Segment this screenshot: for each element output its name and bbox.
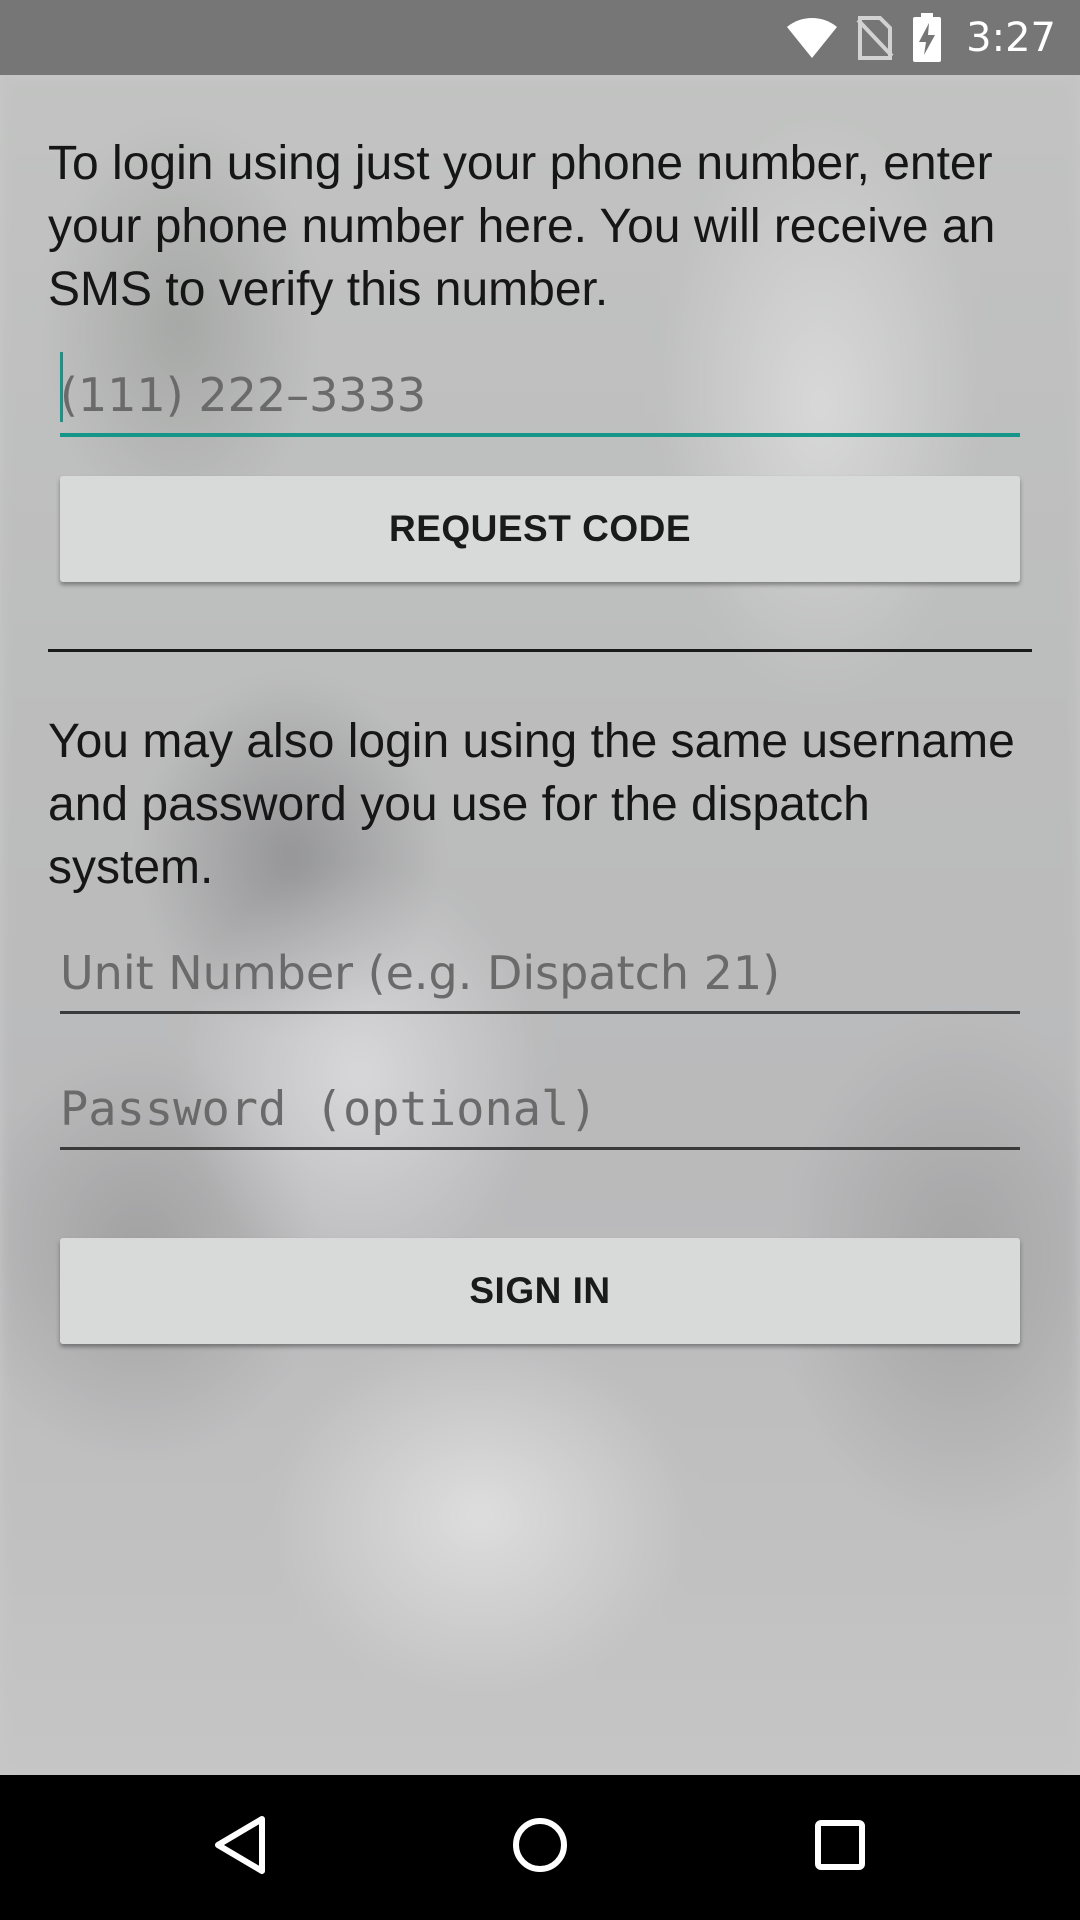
sign-in-button[interactable]: SIGN IN: [60, 1238, 1020, 1344]
text-cursor: [60, 352, 63, 422]
login-content: To login using just your phone number, e…: [0, 75, 1080, 1775]
back-button[interactable]: [160, 1775, 320, 1920]
status-time: 3:27: [966, 14, 1056, 61]
status-bar: 3:27: [0, 0, 1080, 75]
wifi-icon: [786, 17, 838, 59]
request-code-button[interactable]: REQUEST CODE: [60, 476, 1020, 582]
unit-number-input[interactable]: [60, 935, 1020, 1014]
background-overlay: [0, 75, 1080, 1775]
battery-charging-icon: [912, 12, 942, 63]
phone-number-input[interactable]: [60, 357, 1020, 437]
back-icon: [212, 1815, 268, 1880]
section-divider: [48, 649, 1032, 652]
recents-icon: [814, 1819, 866, 1876]
login-screen: 3:27 To login using just your phone numb…: [0, 0, 1080, 1920]
recents-button[interactable]: [760, 1775, 920, 1920]
home-icon: [512, 1817, 568, 1878]
dispatch-login-instructions: You may also login using the same userna…: [48, 715, 1015, 894]
password-input[interactable]: [60, 1071, 1020, 1150]
navigation-bar: [0, 1775, 1080, 1920]
status-icons: 3:27: [786, 0, 1056, 75]
phone-login-instructions: To login using just your phone number, e…: [48, 137, 996, 316]
no-sim-icon: [856, 15, 894, 60]
home-button[interactable]: [460, 1775, 620, 1920]
